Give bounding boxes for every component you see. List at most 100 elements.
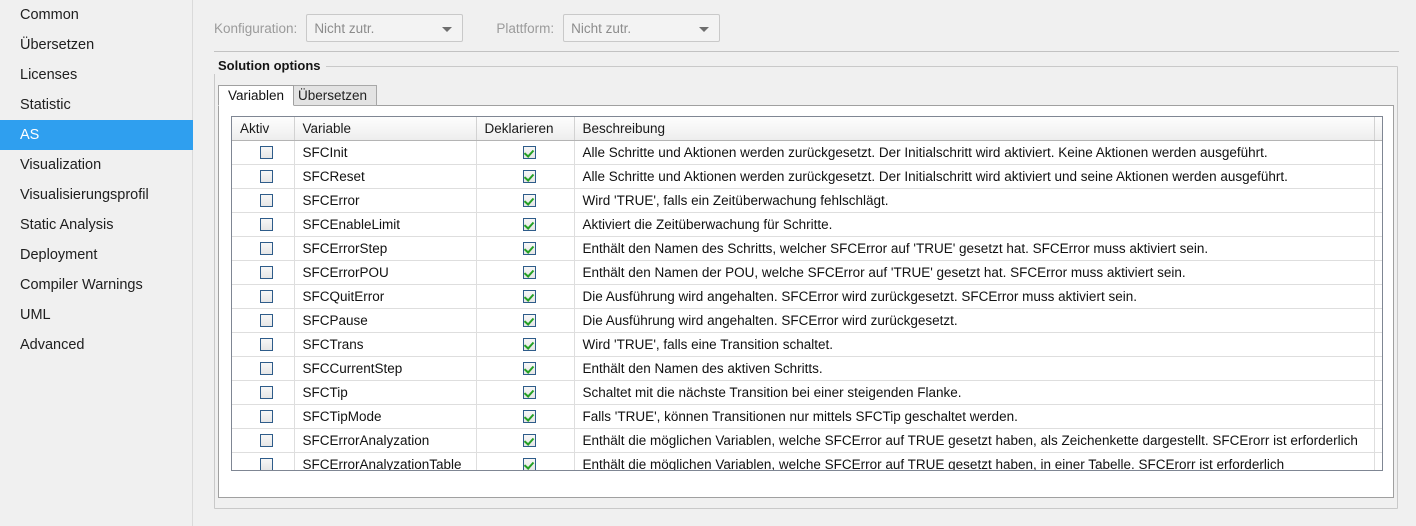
tab-übersetzen[interactable]: Übersetzen: [288, 85, 378, 106]
cell-beschreibung: Wird 'TRUE', falls eine Transition schal…: [574, 332, 1375, 357]
aktiv-checkbox[interactable]: [260, 194, 274, 208]
cell-deklarieren: [476, 308, 575, 333]
table-row[interactable]: SFCErrorAnalyzation Enthält die möglichen…: [232, 428, 1382, 453]
table-row[interactable]: SFCEnableLimit Aktiviert die Zeitüberwach…: [232, 212, 1382, 237]
settings-category-sidebar: Common Übersetzen Licenses Statistic AS Visua…: [0, 0, 223, 526]
column-header-deklarieren[interactable]: Deklarieren: [476, 117, 575, 141]
sidebar-item-label: Visualisierungsprofil: [20, 187, 149, 203]
table-body: SFCInit Alle Schritte und Aktionen werden…: [232, 140, 1382, 470]
column-header-aktiv[interactable]: Aktiv: [232, 117, 295, 141]
sidebar-item-compiler-warnings[interactable]: Compiler Warnings: [0, 270, 192, 300]
table-row[interactable]: SFCTipMode Falls 'TRUE', können Transitio…: [232, 404, 1382, 429]
cell-deklarieren: [476, 332, 575, 357]
cell-deklarieren: [476, 284, 575, 309]
table-row[interactable]: SFCError Wird 'TRUE', falls ein Zeitüberw…: [232, 188, 1382, 213]
deklarieren-checkbox[interactable]: [522, 362, 536, 376]
aktiv-checkbox[interactable]: [260, 146, 274, 160]
cell-variable: SFCError: [294, 188, 477, 213]
sidebar-item-uml[interactable]: UML: [0, 300, 192, 330]
aktiv-checkbox[interactable]: [260, 290, 274, 304]
deklarieren-checkbox[interactable]: [522, 242, 536, 256]
aktiv-checkbox[interactable]: [260, 242, 274, 256]
sidebar-item-visualization[interactable]: Visualization: [0, 150, 192, 180]
cell-spacer: [1374, 260, 1382, 285]
deklarieren-checkbox[interactable]: [522, 458, 536, 470]
cell-beschreibung: Alle Schritte und Aktionen werden zurück…: [574, 164, 1375, 189]
cell-deklarieren: [476, 404, 575, 429]
table-row[interactable]: SFCTrans Wird 'TRUE', falls eine Transiti…: [232, 332, 1382, 357]
column-header-variable[interactable]: Variable: [294, 117, 477, 141]
cell-variable: SFCEnableLimit: [294, 212, 477, 237]
sidebar-item-visualisierungsprofil[interactable]: Visualisierungsprofil: [0, 180, 192, 210]
table-row[interactable]: SFCErrorPOU Enthält den Namen der POU, we…: [232, 260, 1382, 285]
table-row[interactable]: SFCReset Alle Schritte und Aktionen werde…: [232, 164, 1382, 189]
sidebar-item-label: Compiler Warnings: [20, 277, 143, 293]
column-header-spacer: [1374, 117, 1382, 141]
cell-beschreibung: Die Ausführung wird angehalten. SFCError…: [574, 284, 1375, 309]
table-row[interactable]: SFCTip Schaltet mit die nächste Transitio…: [232, 380, 1382, 405]
table-row[interactable]: SFCInit Alle Schritte und Aktionen werden…: [232, 140, 1382, 165]
deklarieren-checkbox[interactable]: [522, 170, 536, 184]
sidebar-item-as[interactable]: AS: [0, 120, 223, 150]
groupbox-title: Solution options: [214, 58, 326, 74]
cell-aktiv: [232, 428, 295, 453]
sidebar-item-label: Static Analysis: [20, 217, 114, 233]
column-header-beschreibung[interactable]: Beschreibung: [574, 117, 1375, 141]
deklarieren-checkbox[interactable]: [522, 290, 536, 304]
cell-spacer: [1374, 284, 1382, 309]
cell-beschreibung: Die Ausführung wird angehalten. SFCError…: [574, 308, 1375, 333]
deklarieren-checkbox[interactable]: [522, 338, 536, 352]
cell-deklarieren: [476, 164, 575, 189]
aktiv-checkbox[interactable]: [260, 338, 274, 352]
sidebar-item--bersetzen[interactable]: Übersetzen: [0, 30, 192, 60]
sidebar-item-common[interactable]: Common: [0, 0, 192, 30]
deklarieren-checkbox[interactable]: [522, 386, 536, 400]
cell-deklarieren: [476, 236, 575, 261]
konfiguration-value: Nicht zutr.: [314, 20, 375, 36]
aktiv-checkbox[interactable]: [260, 362, 274, 376]
aktiv-checkbox[interactable]: [260, 386, 274, 400]
deklarieren-checkbox[interactable]: [522, 266, 536, 280]
aktiv-checkbox[interactable]: [260, 170, 274, 184]
cell-beschreibung: Enthält den Namen der POU, welche SFCErr…: [574, 260, 1375, 285]
sidebar-item-static-analysis[interactable]: Static Analysis: [0, 210, 192, 240]
table-row[interactable]: SFCErrorStep Enthält den Namen des Schrit…: [232, 236, 1382, 261]
deklarieren-checkbox[interactable]: [522, 146, 536, 160]
aktiv-checkbox[interactable]: [260, 434, 274, 448]
plattform-value: Nicht zutr.: [571, 20, 632, 36]
cell-beschreibung: Schaltet mit die nächste Transition bei …: [574, 380, 1375, 405]
table-row[interactable]: SFCErrorAnalyzationTable Enthält die mögl…: [232, 452, 1382, 470]
table-row[interactable]: SFCCurrentStep Enthält den Namen des akti…: [232, 356, 1382, 381]
divider: [214, 51, 1399, 52]
tabstrip: Variablen Übersetzen: [215, 85, 1397, 106]
konfiguration-dropdown[interactable]: Nicht zutr.: [306, 14, 464, 42]
deklarieren-checkbox[interactable]: [522, 314, 536, 328]
solution-options-groupbox: Variablen Übersetzen Aktiv Variable Dekla…: [214, 66, 1398, 509]
deklarieren-checkbox[interactable]: [522, 218, 536, 232]
cell-aktiv: [232, 188, 295, 213]
sidebar-item-advanced[interactable]: Advanced: [0, 330, 192, 360]
aktiv-checkbox[interactable]: [260, 218, 274, 232]
cell-variable: SFCTip: [294, 380, 477, 405]
cell-aktiv: [232, 164, 295, 189]
aktiv-checkbox[interactable]: [260, 410, 274, 424]
aktiv-checkbox[interactable]: [260, 314, 274, 328]
sidebar-item-licenses[interactable]: Licenses: [0, 60, 192, 90]
cell-beschreibung: Wird 'TRUE', falls ein Zeitüberwachung f…: [574, 188, 1375, 213]
plattform-dropdown[interactable]: Nicht zutr.: [563, 14, 721, 42]
aktiv-checkbox[interactable]: [260, 458, 274, 470]
table-row[interactable]: SFCQuitError Die Ausführung wird angehalt…: [232, 284, 1382, 309]
cell-spacer: [1374, 188, 1382, 213]
aktiv-checkbox[interactable]: [260, 266, 274, 280]
sidebar-item-label: Deployment: [20, 247, 98, 263]
cell-beschreibung: Alle Schritte und Aktionen werden zurück…: [574, 140, 1375, 165]
deklarieren-checkbox[interactable]: [522, 194, 536, 208]
deklarieren-checkbox[interactable]: [522, 410, 536, 424]
tab-variablen[interactable]: Variablen: [218, 85, 295, 106]
sfc-flags-grid[interactable]: Aktiv Variable Deklarieren Beschreibung …: [231, 116, 1383, 471]
sidebar-item-statistic[interactable]: Statistic: [0, 90, 192, 120]
table-row[interactable]: SFCPause Die Ausführung wird angehalten. …: [232, 308, 1382, 333]
sidebar-item-deployment[interactable]: Deployment: [0, 240, 192, 270]
deklarieren-checkbox[interactable]: [522, 434, 536, 448]
cell-spacer: [1374, 380, 1382, 405]
